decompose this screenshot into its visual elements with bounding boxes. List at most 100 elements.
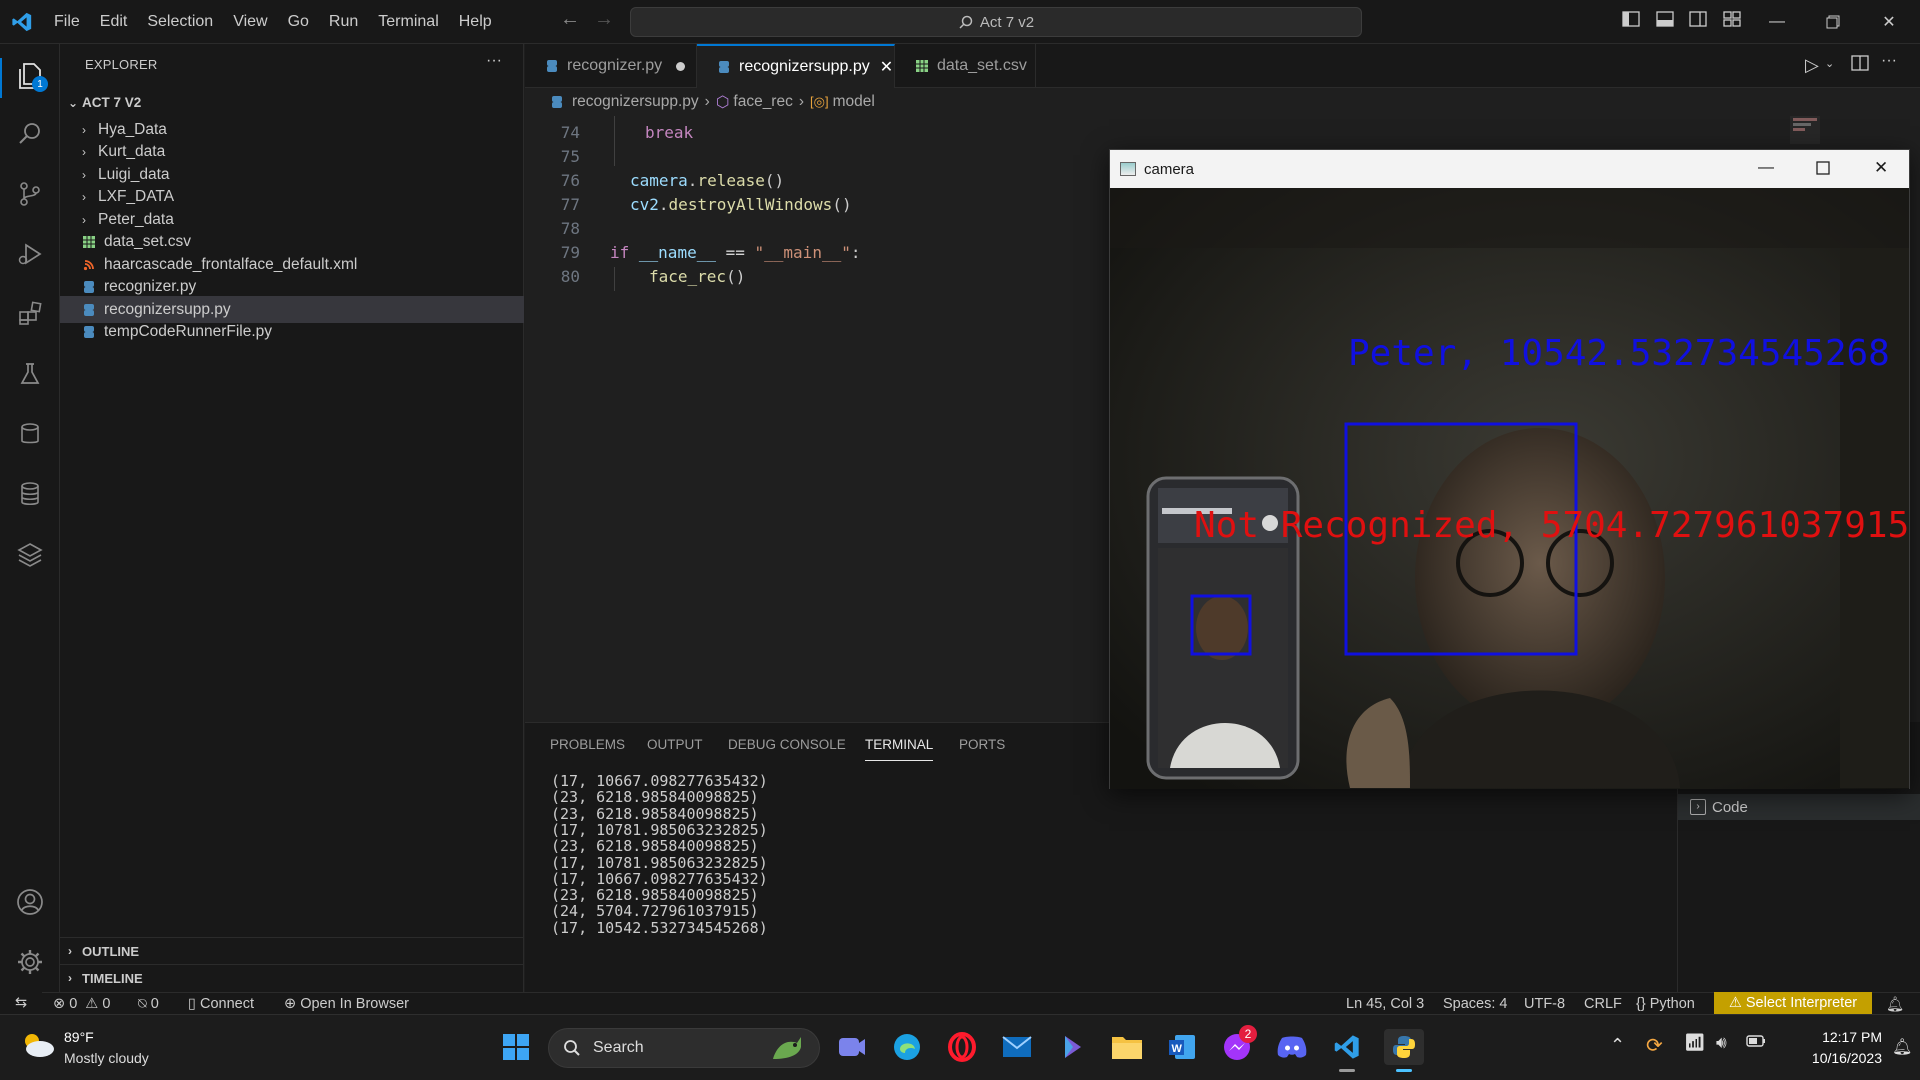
close-button[interactable]: ✕ (1866, 0, 1912, 44)
timeline-section[interactable]: › TIMELINE (60, 964, 524, 991)
camera-title-bar[interactable]: camera — ✕ (1110, 150, 1909, 188)
panel-tab-output[interactable]: OUTPUT (647, 737, 703, 752)
menu-view[interactable]: View (223, 0, 277, 44)
show-hidden-icons-chevron-icon[interactable]: ⌃ (1610, 1035, 1625, 1056)
ports-status[interactable]: ⍉ 0 (138, 996, 159, 1012)
breadcrumb-variable[interactable]: model (833, 93, 875, 111)
minimize-button[interactable]: — (1754, 0, 1800, 44)
messenger-icon[interactable]: 2 (1219, 1025, 1257, 1065)
source-control-icon[interactable] (12, 176, 48, 212)
accounts-icon[interactable] (12, 884, 48, 920)
breadcrumb-file[interactable]: recognizersupp.py (572, 93, 699, 111)
database-icon[interactable] (12, 416, 48, 452)
split-editor-icon[interactable] (1851, 54, 1869, 77)
menu-terminal[interactable]: Terminal (368, 0, 448, 44)
forward-arrow-icon[interactable]: → (594, 8, 614, 31)
mail-icon[interactable] (999, 1029, 1035, 1065)
error-count: 0 (69, 996, 78, 1012)
clock-time[interactable]: 12:17 PM (1782, 1029, 1882, 1045)
eol-status[interactable]: CRLF (1584, 996, 1622, 1012)
panel-tab-problems[interactable]: PROBLEMS (550, 737, 625, 752)
panel-tab-terminal[interactable]: TERMINAL (865, 737, 934, 761)
notification-center-icon[interactable]: 🔔︎ (1892, 1037, 1912, 1057)
tab-recognizersupp[interactable]: recognizersupp.py ✕ (697, 44, 895, 88)
terminal-line: (24, 5704.727961037915) (551, 902, 759, 921)
teams-meet-icon[interactable] (834, 1029, 870, 1065)
taskbar-search-box[interactable]: Search (548, 1028, 820, 1068)
edge-browser-icon[interactable] (889, 1029, 925, 1065)
language-status[interactable]: {} Python (1636, 996, 1695, 1012)
testing-flask-icon[interactable] (12, 356, 48, 392)
open-browser-status[interactable]: ⊕ Open In Browser (284, 996, 409, 1012)
camera-close-button[interactable]: ✕ (1874, 158, 1888, 178)
indentation-status[interactable]: Spaces: 4 (1443, 996, 1508, 1012)
camera-minimize-button[interactable]: — (1758, 159, 1774, 177)
menu-go[interactable]: Go (278, 0, 319, 44)
sync-update-icon[interactable]: ⟳ (1646, 1033, 1663, 1058)
clock-date[interactable]: 10/16/2023 (1782, 1050, 1882, 1066)
weather-temp[interactable]: 89°F (64, 1029, 94, 1045)
settings-gear-icon[interactable] (12, 944, 48, 980)
run-dropdown-chevron-icon[interactable]: ⌄ (1825, 57, 1834, 70)
start-button-windows-icon[interactable] (498, 1029, 534, 1065)
select-interpreter-button[interactable]: ⚠ Select Interpreter (1714, 992, 1872, 1014)
search-icon[interactable] (12, 116, 48, 152)
word-icon[interactable]: W (1164, 1029, 1200, 1065)
file-explorer-icon[interactable] (1109, 1029, 1145, 1065)
explorer-icon[interactable]: 1 (12, 58, 48, 94)
weather-condition[interactable]: Mostly cloudy (64, 1050, 149, 1066)
sql-database-icon[interactable] (12, 476, 48, 512)
editor-more-icon[interactable]: ··· (1881, 52, 1897, 70)
tab-data-set-csv[interactable]: data_set.csv (895, 44, 1036, 88)
battery-icon[interactable] (1746, 1034, 1766, 1053)
run-file-icon[interactable]: ▷ (1805, 55, 1819, 76)
vscode-taskbar-icon[interactable] (1329, 1029, 1365, 1072)
panel-tab-debug-console[interactable]: DEBUG CONSOLE (728, 737, 846, 752)
toggle-sidebar-icon[interactable] (1622, 10, 1646, 34)
problems-status[interactable]: ⊗ 0 ⚠ 0 (53, 996, 110, 1012)
menu-edit[interactable]: Edit (90, 0, 138, 44)
tab-recognizer[interactable]: recognizer.py (525, 44, 697, 88)
command-center-search[interactable]: Act 7 v2 (630, 7, 1362, 37)
code-line: face_rec() (649, 267, 746, 286)
extensions-icon[interactable] (12, 296, 48, 332)
run-debug-icon[interactable] (12, 236, 48, 272)
breadcrumb-function[interactable]: face_rec (733, 93, 792, 111)
explorer-more-icon[interactable]: ··· (486, 52, 502, 70)
remote-indicator-icon[interactable]: ⇆ (0, 992, 42, 1014)
recognized-label: Peter, 10542.532734545268 (1348, 333, 1890, 374)
connect-status[interactable]: ▯ Connect (188, 996, 254, 1012)
wifi-icon[interactable]: 📶︎ (1684, 1033, 1706, 1053)
menu-selection[interactable]: Selection (137, 0, 223, 44)
search-icon (959, 15, 973, 29)
python-taskbar-icon[interactable] (1384, 1029, 1424, 1072)
customize-layout-icon[interactable] (1723, 10, 1747, 34)
file-item[interactable]: tempCodeRunnerFile.py (60, 319, 524, 346)
notifications-bell-icon[interactable]: 🔔︎ (1886, 996, 1904, 1013)
broadcast-icon: ⍉ (138, 996, 147, 1012)
toggle-secondary-sidebar-icon[interactable] (1689, 10, 1713, 34)
encoding-status[interactable]: UTF-8 (1524, 996, 1565, 1012)
cursor-position[interactable]: Ln 45, Col 3 (1346, 996, 1424, 1012)
chevron-right-icon: › (704, 93, 710, 110)
outline-section[interactable]: › OUTLINE (60, 937, 524, 964)
discord-icon[interactable] (1274, 1029, 1310, 1065)
menu-help[interactable]: Help (449, 0, 502, 44)
opera-browser-icon[interactable] (944, 1029, 980, 1065)
restore-button[interactable] (1810, 0, 1856, 44)
camera-window[interactable]: camera — ✕ Peter, 10542.532734545268 Not… (1109, 149, 1910, 789)
workspace-root[interactable]: ⌄ ACT 7 V2 (60, 89, 524, 116)
menu-run[interactable]: Run (319, 0, 368, 44)
terminal-instance-item[interactable]: › Code (1678, 794, 1920, 820)
minimap[interactable] (1790, 116, 1820, 144)
back-arrow-icon[interactable]: ← (560, 8, 580, 31)
menu-file[interactable]: File (44, 0, 90, 44)
panel-tab-ports[interactable]: PORTS (959, 737, 1005, 752)
tab-close-icon[interactable]: ✕ (880, 57, 893, 77)
toggle-panel-icon[interactable] (1656, 10, 1680, 34)
line-number: 75 (560, 147, 580, 166)
volume-icon[interactable]: 🔊︎ (1716, 1033, 1727, 1053)
layers-icon[interactable] (12, 536, 48, 572)
camera-maximize-button[interactable] (1816, 161, 1830, 179)
power-automate-icon[interactable] (1054, 1029, 1090, 1065)
